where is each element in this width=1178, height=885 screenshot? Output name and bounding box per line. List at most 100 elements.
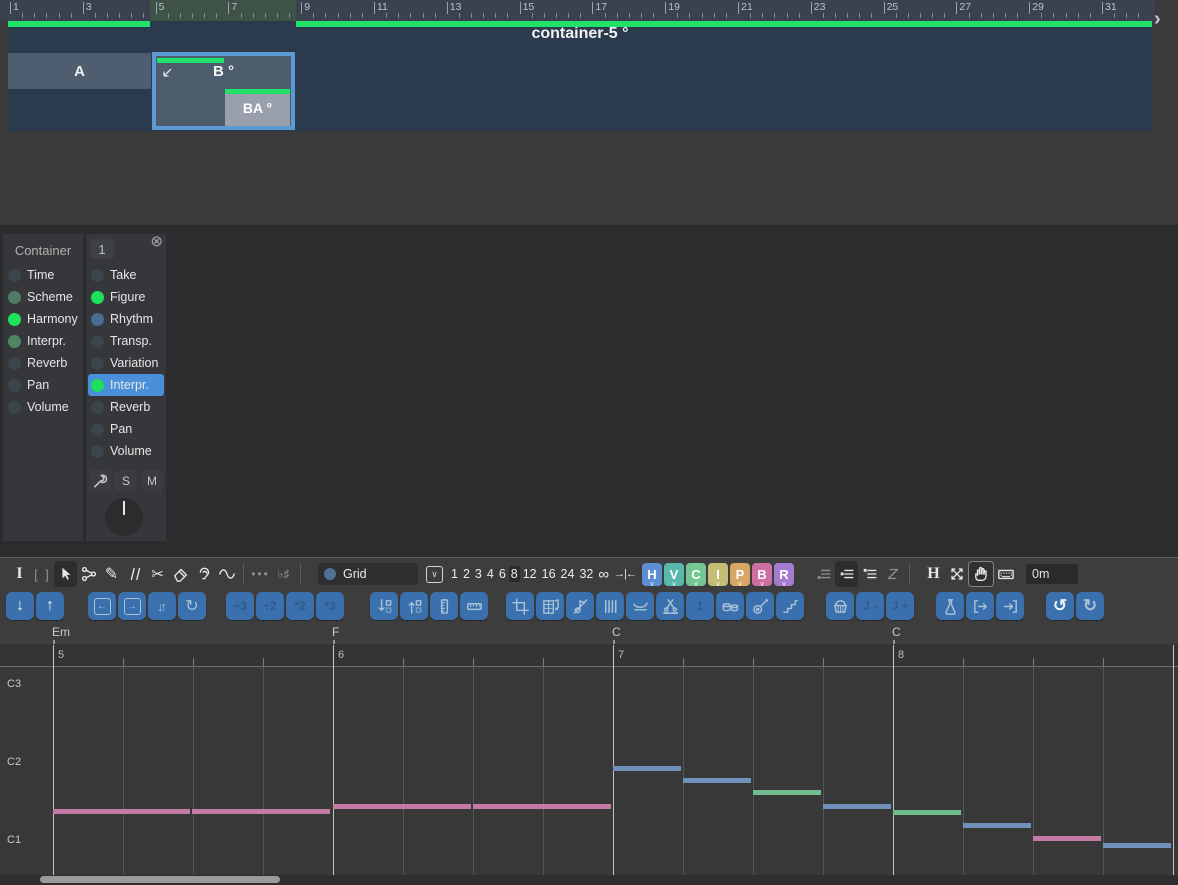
division-4[interactable]: 4 (485, 566, 496, 582)
layer-i-button[interactable]: I∨ (708, 563, 728, 586)
division-8[interactable]: 8 (509, 566, 520, 582)
flask-button[interactable] (936, 592, 964, 620)
note-grid[interactable]: 5678 (0, 645, 1178, 875)
cycle-button[interactable]: ↻ (178, 592, 206, 620)
quantize-lines-button[interactable] (596, 592, 624, 620)
pointer-tool[interactable] (54, 561, 77, 587)
range-select-tool[interactable]: [ ] (31, 561, 54, 587)
listen-tool[interactable] (192, 561, 215, 587)
multiply-3-button[interactable]: *3 (316, 592, 344, 620)
position-display-input[interactable] (1026, 564, 1078, 584)
grid-select[interactable]: Grid (318, 563, 418, 585)
panel-item-reverb[interactable]: Reverb (5, 352, 81, 374)
panel-item-rhythm[interactable]: Rhythm (88, 308, 164, 330)
snap-icon[interactable]: →|← (614, 568, 636, 580)
scissors-tool[interactable]: ✂ (146, 561, 169, 587)
division-6[interactable]: 6 (497, 566, 508, 582)
container-block-b-selected[interactable]: B ° BA ° (152, 52, 295, 130)
shift-up-button[interactable]: ↑ (36, 592, 64, 620)
accidentals-button[interactable]: ♭♯ (272, 561, 295, 587)
align-slant-button[interactable] (881, 561, 904, 587)
expand-view-button[interactable] (945, 561, 968, 587)
vertical-ruler-button[interactable] (430, 592, 458, 620)
note[interactable] (823, 804, 891, 809)
note[interactable] (893, 810, 961, 815)
scrollbar-thumb[interactable] (40, 876, 280, 883)
division-12[interactable]: 12 (521, 566, 539, 582)
panel-item-pan[interactable]: Pan (88, 418, 164, 440)
panel-item-reverb[interactable]: Reverb (88, 396, 164, 418)
infinity-division[interactable]: ∞ (596, 566, 611, 583)
container-block-ba[interactable]: BA ° (225, 89, 290, 126)
division-3[interactable]: 3 (473, 566, 484, 582)
track-number-button[interactable]: 1 (90, 239, 114, 259)
redo-button[interactable]: ↻ (1076, 592, 1104, 620)
note[interactable] (1103, 843, 1171, 848)
layer-b-button[interactable]: B∨ (752, 563, 772, 586)
undo-button[interactable]: ↺ (1046, 592, 1074, 620)
keyboard-input-button[interactable] (994, 561, 1017, 587)
j-minus-button[interactable]: J - (856, 592, 884, 620)
nudge-left-button[interactable]: ← (88, 592, 116, 620)
panel-item-figure[interactable]: Figure (88, 286, 164, 308)
align-top-button[interactable] (858, 561, 881, 587)
crop-button[interactable] (506, 592, 534, 620)
layer-p-button[interactable]: P∨ (730, 563, 750, 586)
percussion-button[interactable] (716, 592, 744, 620)
division-1[interactable]: 1 (449, 566, 460, 582)
step-down-button[interactable] (370, 592, 398, 620)
panel-item-interpr[interactable]: Interpr. (5, 330, 81, 352)
pencil-tool[interactable]: ✎ (100, 561, 123, 587)
guitar-button[interactable] (746, 592, 774, 620)
division-16[interactable]: 16 (540, 566, 558, 582)
panel-item-variation[interactable]: Variation (88, 352, 164, 374)
chord-label[interactable]: C (612, 625, 621, 639)
timeline-ruler[interactable]: 135791113151719212325272931 (0, 0, 1155, 21)
volume-knob[interactable] (105, 498, 143, 536)
note[interactable] (473, 804, 611, 809)
division-32[interactable]: 32 (577, 566, 595, 582)
split-note-button[interactable] (656, 592, 684, 620)
chord-label[interactable]: F (332, 625, 339, 639)
wave-tool[interactable] (215, 561, 238, 587)
panel-item-interpr[interactable]: Interpr. (88, 374, 164, 396)
panel-item-volume[interactable]: Volume (88, 440, 164, 462)
swap-button[interactable]: ↓↑ (148, 592, 176, 620)
division-2[interactable]: 2 (461, 566, 472, 582)
steps-button[interactable] (776, 592, 804, 620)
layer-h-button[interactable]: H∨ (642, 563, 662, 586)
step-up-button[interactable] (400, 592, 428, 620)
note[interactable] (963, 823, 1031, 828)
close-icon[interactable]: ⊗ (150, 234, 163, 250)
divide-2-button[interactable]: ÷2 (256, 592, 284, 620)
panel-item-scheme[interactable]: Scheme (5, 286, 81, 308)
horizontal-ruler-button[interactable] (460, 592, 488, 620)
panel-item-time[interactable]: Time (5, 264, 81, 286)
hand-tool[interactable] (968, 561, 994, 587)
panel-item-harmony[interactable]: Harmony (5, 308, 81, 330)
shift-down-button[interactable]: ↓ (6, 592, 34, 620)
wrench-button[interactable] (89, 470, 111, 491)
layer-r-button[interactable]: R∨ (774, 563, 794, 586)
j-plus-button[interactable]: J + (886, 592, 914, 620)
align-block-button[interactable] (835, 561, 858, 587)
mute-button[interactable]: M (141, 470, 163, 491)
layer-c-button[interactable]: C∨ (686, 563, 706, 586)
export-left-button[interactable] (966, 592, 994, 620)
single-voice-button[interactable]: 1 (686, 592, 714, 620)
piano-roll-button[interactable] (536, 592, 564, 620)
mute-note-button[interactable] (566, 592, 594, 620)
note[interactable] (683, 778, 751, 783)
eraser-tool[interactable] (169, 561, 192, 587)
ibeam-tool[interactable]: I (8, 561, 31, 587)
container-block-a[interactable]: A (8, 53, 151, 89)
scroll-right-icon[interactable]: › (1154, 9, 1161, 29)
multi-draw-tool[interactable] (123, 561, 146, 587)
note[interactable] (1033, 836, 1101, 841)
panel-item-take[interactable]: Take (88, 264, 164, 286)
note[interactable] (192, 809, 330, 814)
note[interactable] (613, 766, 681, 771)
pedal-button[interactable] (626, 592, 654, 620)
multiply-2-button[interactable]: *2 (286, 592, 314, 620)
note[interactable] (333, 804, 471, 809)
